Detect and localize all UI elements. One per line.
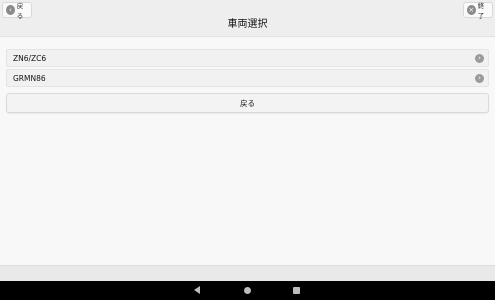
back-button[interactable]: 戻る: [6, 93, 489, 113]
vehicle-item-label: GRMN86: [13, 73, 46, 83]
page-title: 車両選択: [227, 19, 268, 30]
chevron-right-icon: ›: [475, 73, 484, 83]
system-navigation-bar: [0, 281, 495, 300]
header-end-button[interactable]: × 終了: [463, 2, 493, 20]
vehicle-list: ZN6/ZC6 › GRMN86 ›: [6, 49, 489, 89]
chevron-right-icon: ›: [475, 53, 484, 63]
header-bar: ‹ 戻る 車両選択 × 終了: [0, 0, 495, 37]
nav-back-icon[interactable]: [194, 286, 200, 294]
vehicle-selection-screen: ‹ 戻る 車両選択 × 終了 ZN6/ZC6 › GRMN86 › 戻る: [0, 0, 495, 300]
nav-home-icon[interactable]: [244, 287, 251, 294]
back-arrow-icon: ‹: [6, 5, 15, 15]
close-icon: ×: [467, 5, 476, 15]
footer-strip: [0, 265, 495, 281]
vehicle-item-zn6-zc6[interactable]: ZN6/ZC6 ›: [6, 49, 489, 67]
vehicle-item-label: ZN6/ZC6: [13, 53, 47, 63]
nav-recent-apps-icon[interactable]: [293, 287, 300, 294]
vehicle-item-grmn86[interactable]: GRMN86 ›: [6, 69, 489, 87]
header-end-label: 終了: [477, 2, 485, 20]
